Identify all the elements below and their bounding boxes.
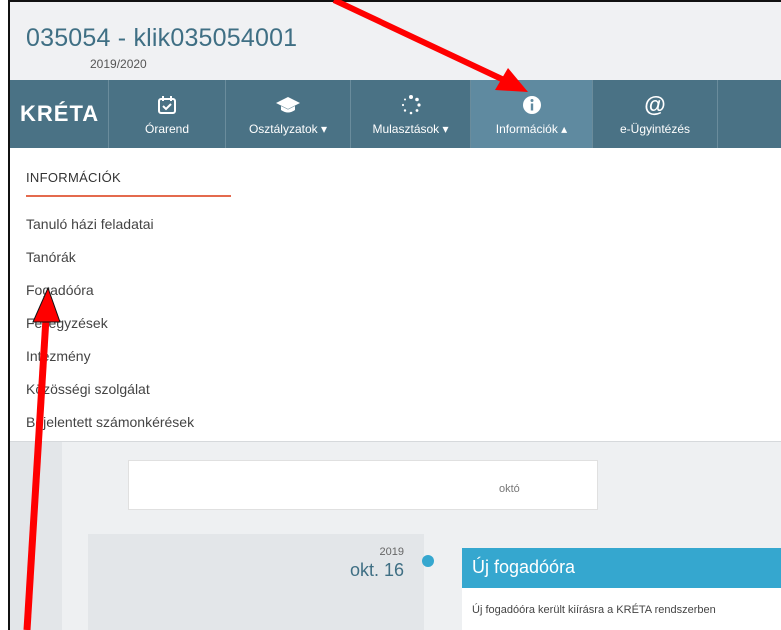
spinner-dots-icon [400, 92, 422, 118]
side-strip [10, 442, 62, 630]
nav-orarend-label: Órarend [144, 122, 190, 136]
dropdown-menu: Tanuló házi feladatai Tanórák Fogadóóra … [26, 214, 194, 445]
timeline-day: okt. 16 [349, 560, 404, 580]
nav-osztalyzatok-label: Osztályzatok ▾ [248, 122, 328, 136]
nav-osztalyzatok[interactable]: Osztályzatok ▾ [225, 80, 350, 148]
event-card[interactable]: Új fogadóóra Új fogadóóra került kiírásr… [462, 548, 781, 630]
menu-item-tanorak[interactable]: Tanórák [26, 247, 194, 280]
menu-item-feljegyzesek[interactable]: Feljegyzések [26, 313, 194, 346]
calendar-check-icon [157, 92, 177, 118]
menu-item-kozossegi-szolgalat[interactable]: Közösségi szolgálat [26, 379, 194, 412]
timeline-content: októ 2019 okt. 16 Új fogadóóra Új fogadó… [10, 442, 781, 630]
graduation-cap-icon [275, 92, 301, 118]
event-text: Új fogadóóra került kiírásra a KRÉTA ren… [472, 604, 716, 616]
logo-text: KRÉTA [20, 101, 100, 126]
timeline-date: 2019 okt. 16 [88, 534, 424, 630]
nav-informaciok[interactable]: Információk ▴ [470, 80, 592, 148]
nav-e-ugyintezes[interactable]: @ e-Ügyintézés [592, 80, 717, 148]
at-icon: @ [644, 92, 666, 117]
menu-item-bejelentett-szamonkeresek[interactable]: Bejelentett számonkérések [26, 412, 194, 445]
timeline-year: 2019 [379, 546, 404, 558]
nav-mulasztasok[interactable]: Mulasztások ▾ [350, 80, 470, 148]
nav-spacer [717, 80, 781, 148]
informaciok-dropdown: INFORMÁCIÓK Tanuló házi feladatai Tanórá… [10, 148, 781, 442]
school-year: 2019/2020 [90, 57, 147, 71]
info-circle-icon [522, 92, 542, 118]
timeline-dot [422, 555, 434, 567]
nav-informaciok-label: Információk ▴ [495, 122, 568, 136]
dropdown-heading: INFORMÁCIÓK [26, 170, 122, 185]
page-header: 035054 - klik035054001 2019/2020 [10, 2, 781, 80]
nav-mulasztasok-label: Mulasztások ▾ [372, 122, 449, 136]
main-navbar: KRÉTA Órarend Osztályzatok ▾ Mulasztások… [10, 80, 781, 148]
previous-event-text: októ [499, 483, 520, 495]
menu-item-tanulo-hazi-feladatai[interactable]: Tanuló házi feladatai [26, 214, 194, 247]
menu-item-intezmeny[interactable]: Intézmény [26, 346, 194, 379]
event-title: Új fogadóóra [462, 548, 781, 588]
page-title: 035054 - klik035054001 [26, 24, 298, 52]
menu-item-fogadoora[interactable]: Fogadóóra [26, 280, 194, 313]
dropdown-heading-underline [26, 195, 231, 197]
previous-event-card: októ [128, 460, 598, 510]
nav-e-ugyintezes-label: e-Ügyintézés [619, 122, 691, 136]
nav-orarend[interactable]: Órarend [108, 80, 225, 148]
app-window: 035054 - klik035054001 2019/2020 KRÉTA Ó… [8, 0, 781, 630]
kreta-logo[interactable]: KRÉTA [10, 80, 108, 148]
